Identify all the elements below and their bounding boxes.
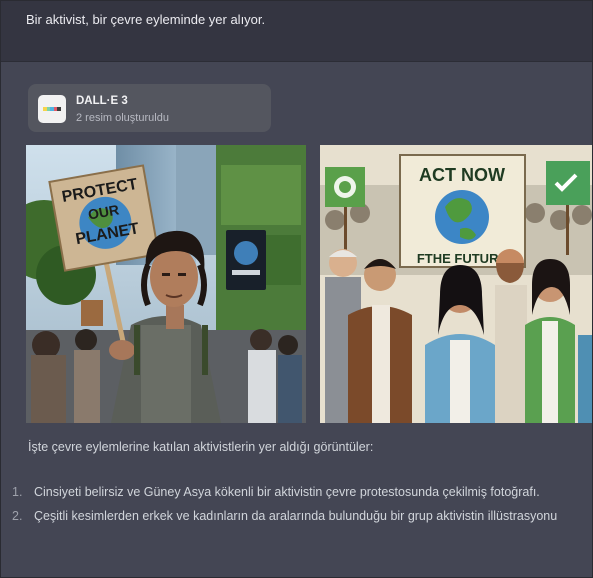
generated-image-2[interactable]: ACT NOW FTHE FUTURE [320, 145, 593, 423]
result-list: 1. Cinsiyeti belirsiz ve Güney Asya köke… [12, 482, 582, 530]
user-message-text: Bir aktivist, bir çevre eyleminde yer al… [26, 12, 266, 27]
dalle-title: DALL·E 3 [76, 95, 128, 107]
list-item: 1. Cinsiyeti belirsiz ve Güney Asya köke… [12, 482, 582, 503]
dalle-card[interactable]: DALL·E 3 2 resim oluşturuldu [28, 84, 271, 132]
generated-image-1[interactable]: PROTECT OUR PLANET [26, 145, 306, 423]
list-item-number: 1. [12, 485, 23, 499]
sign-text-act-now: ACT NOW [419, 165, 505, 185]
user-message: Bir aktivist, bir çevre eyleminde yer al… [0, 0, 593, 62]
dalle-logo-icon [38, 95, 66, 123]
list-item-text: Çeşitli kesimlerden erkek ve kadınların … [34, 509, 558, 523]
sign-text-future: FTHE FUTURE [417, 251, 508, 266]
list-item: 2. Çeşitli kesimlerden erkek ve kadınlar… [12, 506, 582, 527]
assistant-description: İşte çevre eylemlerine katılan aktivistl… [28, 440, 374, 454]
list-item-number: 2. [12, 509, 23, 523]
dalle-subtitle: 2 resim oluşturuldu [76, 112, 169, 124]
list-item-text: Cinsiyeti belirsiz ve Güney Asya kökenli… [34, 485, 540, 499]
